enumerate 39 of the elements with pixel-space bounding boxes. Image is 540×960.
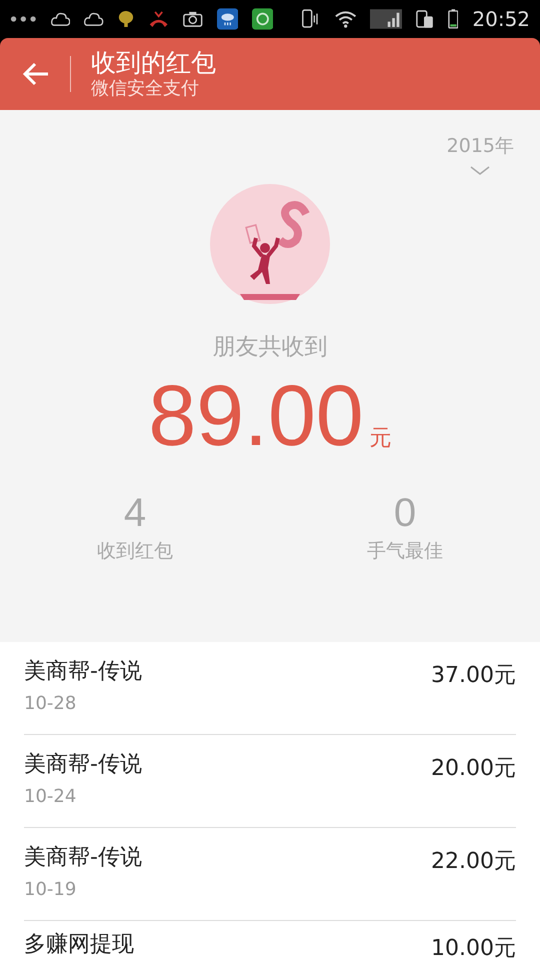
missed-call-icon (148, 9, 169, 29)
record-date: 10-19 (24, 878, 78, 902)
wifi-icon (334, 9, 356, 29)
record-row[interactable]: 美商帮-传说 10-28 37.00元 (24, 642, 516, 735)
total-caption: 朋友共收到 (212, 333, 328, 362)
app-icon (252, 7, 274, 31)
record-amount: 37.00元 (431, 662, 516, 690)
chevron-down-icon[interactable] (470, 166, 490, 176)
record-row[interactable]: 多赚网提现 10.00元 (24, 921, 516, 960)
record-name: 多赚网提现 (24, 931, 134, 959)
signal-icon (370, 8, 402, 30)
record-amount: 10.00元 (431, 935, 516, 960)
record-name: 美商帮-传说 (24, 751, 142, 779)
sim-icon (416, 8, 434, 30)
record-name: 美商帮-传说 (24, 844, 142, 872)
status-time: 20:52 (472, 7, 530, 31)
total-amount: 89.00 (148, 368, 364, 464)
cloud-icon (50, 10, 70, 28)
currency-unit: 元 (370, 425, 392, 453)
cloud-icon (84, 10, 104, 28)
record-date: 10-24 (24, 785, 78, 809)
weather-icon (216, 7, 238, 31)
page-subtitle: 微信安全支付 (91, 78, 200, 100)
record-date: 10-28 (24, 692, 78, 716)
bulb-icon (118, 9, 134, 29)
stat-label: 手气最佳 (367, 539, 443, 564)
record-row[interactable]: 美商帮-传说 10-19 22.00元 (24, 828, 516, 921)
stat-label: 收到红包 (97, 539, 173, 564)
record-amount: 22.00元 (431, 848, 516, 876)
battery-icon (448, 8, 458, 30)
stat-value: 0 (394, 490, 416, 536)
record-name: 美商帮-传说 (24, 658, 142, 686)
more-icon (10, 15, 37, 23)
stat-value: 4 (124, 490, 146, 536)
camera-icon (183, 10, 203, 28)
page-title: 收到的红包 (91, 48, 216, 78)
record-row[interactable]: 美商帮-传说 10-24 20.00元 (24, 735, 516, 828)
record-amount: 20.00元 (431, 755, 516, 783)
back-arrow-icon[interactable] (22, 60, 50, 88)
